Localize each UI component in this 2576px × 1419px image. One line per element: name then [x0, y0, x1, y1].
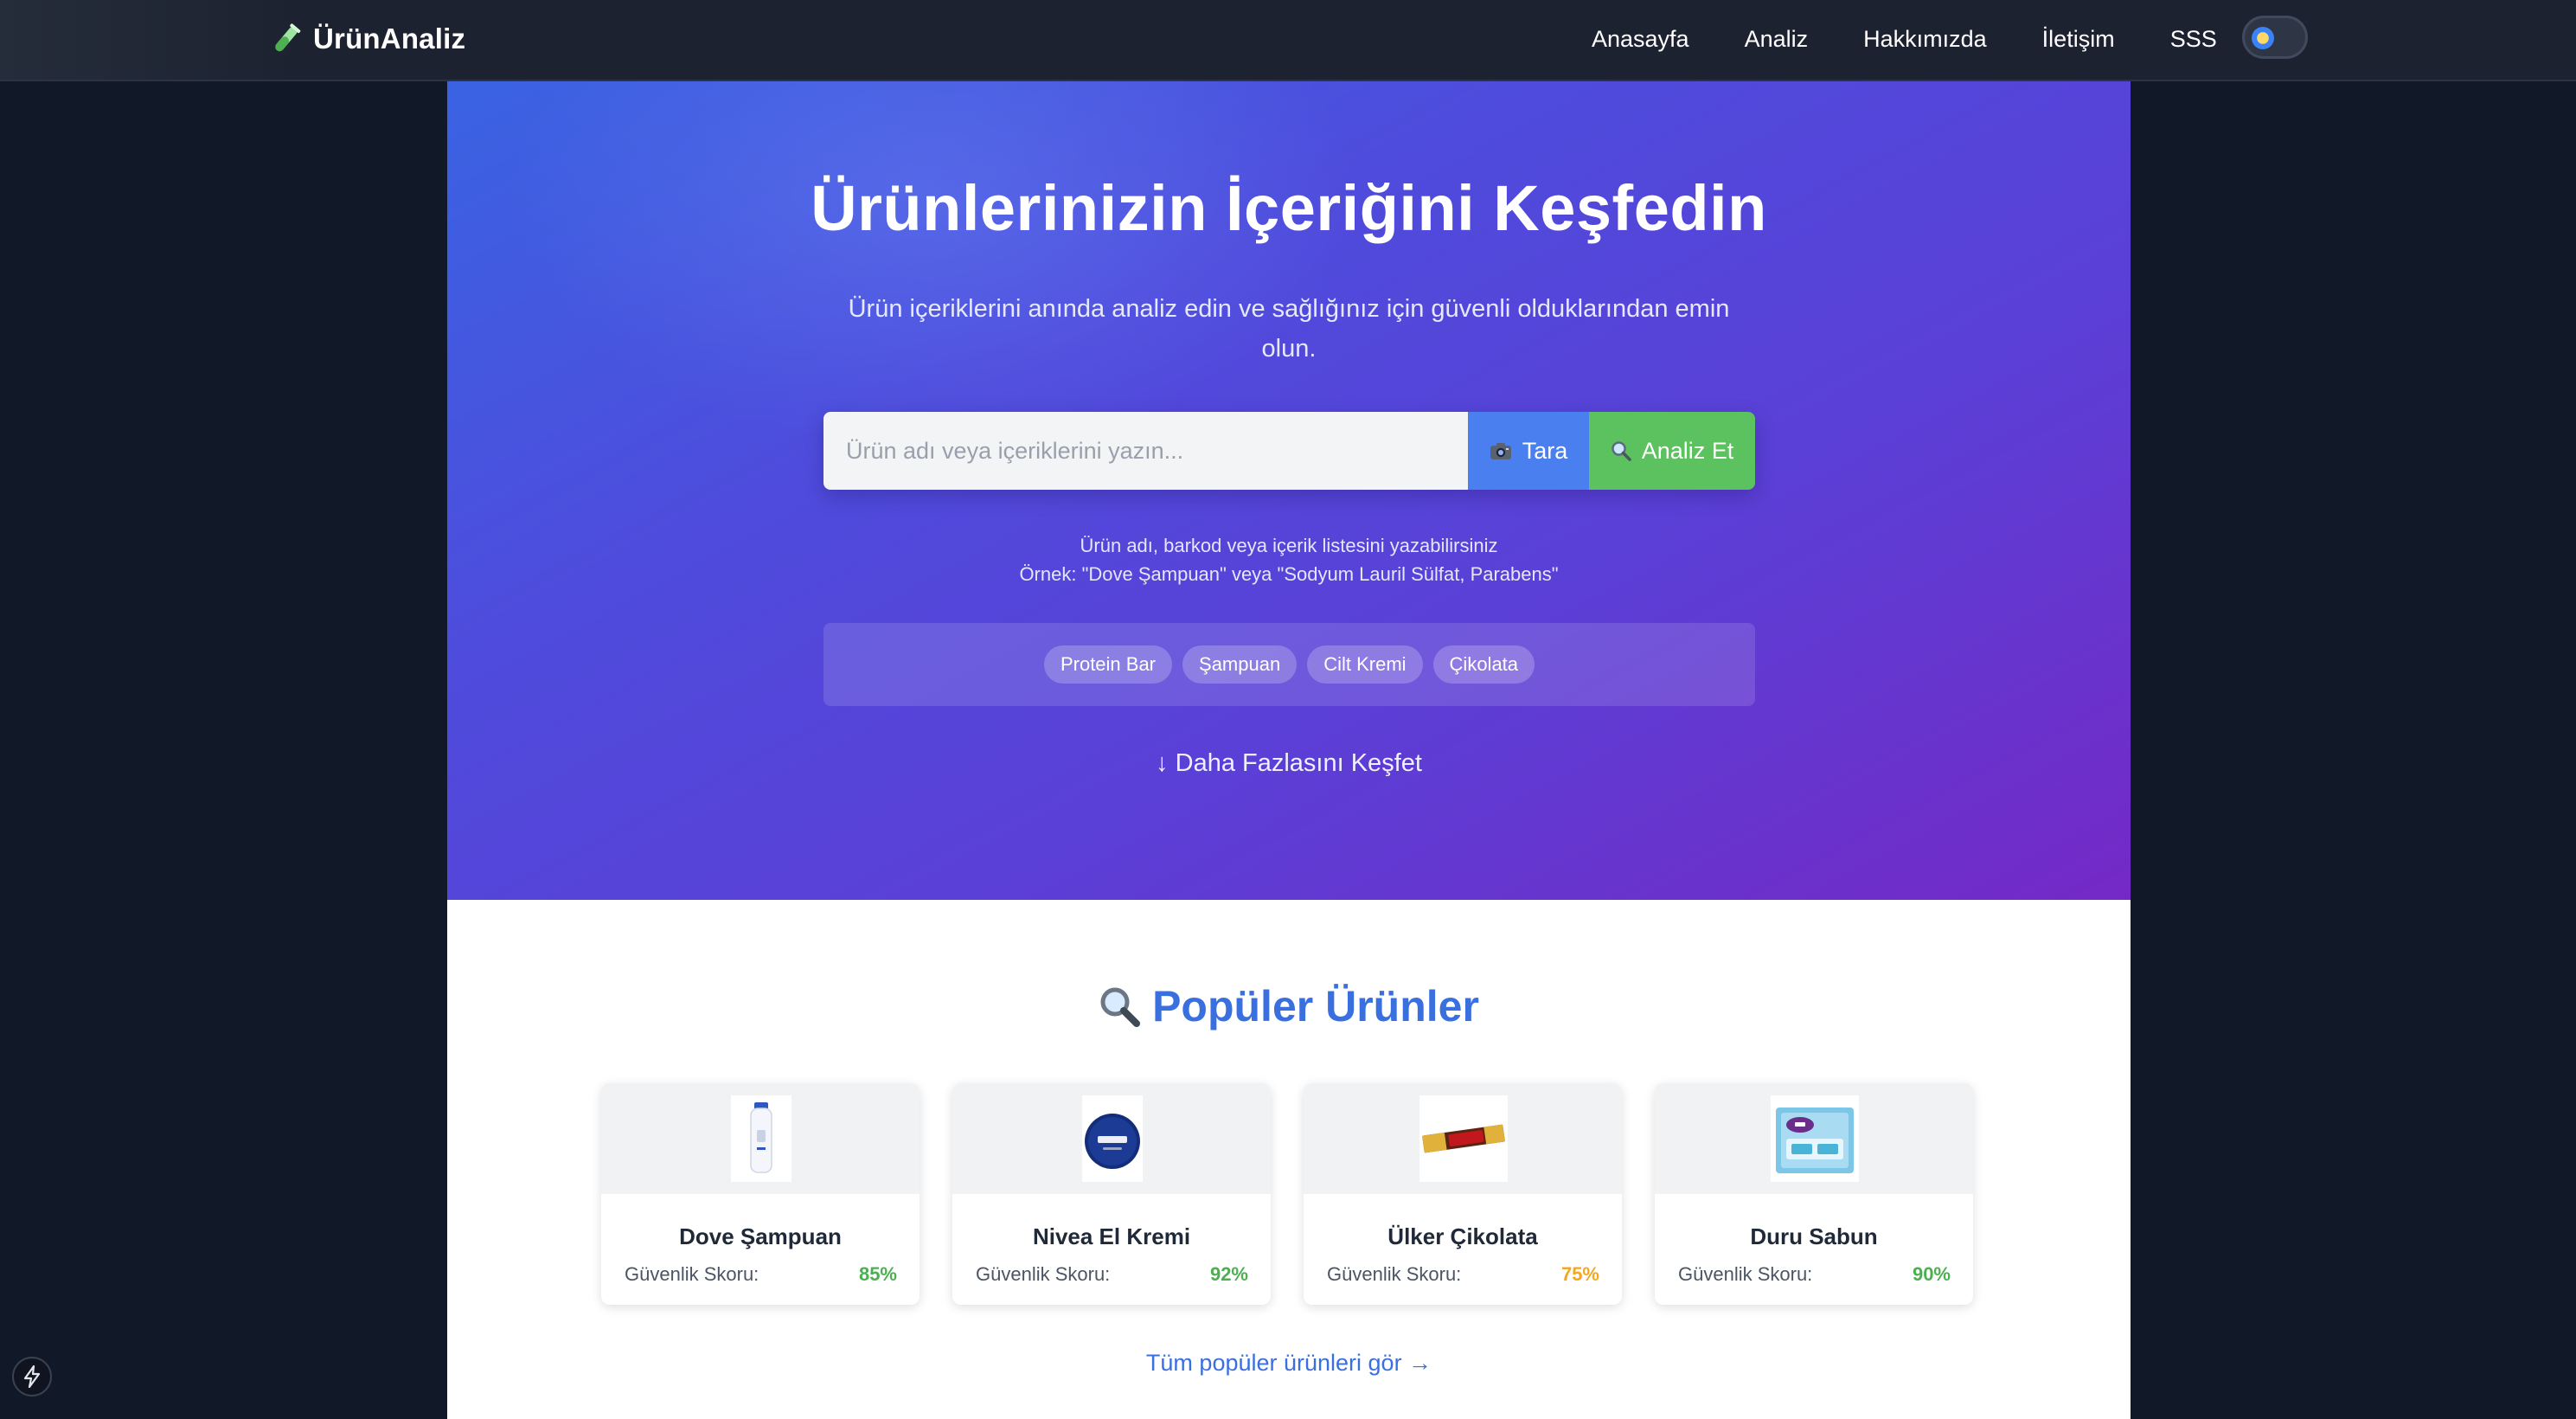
hero-section: Ürünlerinizin İçeriğini Keşfedin Ürün iç…	[447, 81, 2131, 900]
nav-links: Anasayfa Analiz Hakkımızda İletişim SSS	[1592, 19, 2217, 59]
hero-title: Ürünlerinizin İçeriğini Keşfedin	[811, 172, 1767, 244]
search-bar: Tara Analiz Et	[823, 412, 1755, 490]
brand-name: ÜrünAnaliz	[313, 22, 466, 55]
scan-button-label: Tara	[1522, 437, 1568, 464]
analyze-button-label: Analiz Et	[1641, 437, 1734, 464]
safety-score-label: Güvenlik Skoru:	[976, 1263, 1111, 1285]
chip-sampuan[interactable]: Şampuan	[1182, 645, 1298, 684]
product-image-area	[601, 1083, 920, 1194]
popular-title-text: Popüler Ürünler	[1152, 982, 1479, 1031]
chip-cilt-kremi[interactable]: Cilt Kremi	[1307, 645, 1423, 684]
product-image-area	[1655, 1083, 1973, 1194]
quick-search-chips: Protein Bar Şampuan Cilt Kremi Çikolata	[823, 623, 1755, 706]
test-tube-icon	[275, 23, 301, 52]
product-image-area	[1304, 1083, 1622, 1194]
safety-score-value: 90%	[1912, 1263, 1951, 1285]
safety-score-label: Güvenlik Skoru:	[1327, 1263, 1462, 1285]
see-all-popular-link[interactable]: Tüm popüler ürünleri gör →	[447, 1350, 2131, 1377]
product-name: Ülker Çikolata	[1387, 1223, 1538, 1249]
search-example: Örnek: "Dove Şampuan" veya "Sodyum Lauri…	[1019, 563, 1559, 585]
soap-pack-image	[1771, 1095, 1859, 1182]
magnifier-icon	[1611, 441, 1631, 461]
nav-link-analiz[interactable]: Analiz	[1745, 26, 1809, 53]
navbar: ÜrünAnaliz Anasayfa Analiz Hakkımızda İl…	[0, 0, 2576, 81]
product-image-area	[952, 1083, 1271, 1194]
nav-link-hakkimizda[interactable]: Hakkımızda	[1863, 26, 1987, 53]
safety-score-value: 85%	[858, 1263, 897, 1285]
hero-subtitle: Ürün içeriklerini anında analiz edin ve …	[848, 295, 1730, 363]
chip-protein-bar[interactable]: Protein Bar	[1043, 645, 1173, 684]
product-card[interactable]: Duru Sabun Güvenlik Skoru: 90%	[1655, 1083, 1973, 1305]
nav-link-anasayfa[interactable]: Anasayfa	[1592, 26, 1689, 53]
sun-icon	[2252, 27, 2274, 49]
camera-icon	[1490, 443, 1511, 459]
chip-cikolata[interactable]: Çikolata	[1432, 645, 1535, 684]
product-name: Dove Şampuan	[679, 1223, 842, 1249]
search-input[interactable]	[823, 412, 1468, 490]
safety-score-label: Güvenlik Skoru:	[1678, 1263, 1813, 1285]
product-name: Nivea El Kremi	[1032, 1223, 1191, 1249]
safety-score-value: 92%	[1209, 1263, 1248, 1285]
lightning-icon[interactable]	[12, 1357, 52, 1397]
theme-toggle[interactable]	[2242, 16, 2308, 59]
popular-products-list: Dove Şampuan Güvenlik Skoru: 85% Nivea E…	[601, 1083, 1977, 1305]
search-hint: Ürün adı, barkod veya içerik listesini y…	[1080, 535, 1498, 556]
main-content: Ürünlerinizin İçeriğini Keşfedin Ürün iç…	[447, 81, 2131, 1419]
magnifier-icon	[1100, 987, 1141, 1027]
safety-score-label: Güvenlik Skoru:	[625, 1263, 759, 1285]
cream-tin-image	[1082, 1095, 1143, 1182]
analyze-button[interactable]: Analiz Et	[1589, 412, 1755, 490]
brand-logo[interactable]: ÜrünAnaliz	[270, 17, 465, 61]
shampoo-bottle-image	[731, 1095, 791, 1182]
popular-products-title: Popüler Ürünler	[447, 981, 2131, 1031]
product-name: Duru Sabun	[1750, 1223, 1878, 1249]
nav-link-iletisim[interactable]: İletişim	[2042, 26, 2115, 53]
product-card[interactable]: Nivea El Kremi Güvenlik Skoru: 92%	[952, 1083, 1271, 1305]
product-card[interactable]: Ülker Çikolata Güvenlik Skoru: 75%	[1304, 1083, 1622, 1305]
product-card[interactable]: Dove Şampuan Güvenlik Skoru: 85%	[601, 1083, 920, 1305]
nav-link-sss[interactable]: SSS	[2170, 26, 2217, 53]
chocolate-bar-image	[1419, 1095, 1508, 1182]
scan-button[interactable]: Tara	[1468, 412, 1589, 490]
explore-more-link[interactable]: ↓ Daha Fazlasını Keşfet	[447, 749, 2131, 778]
safety-score-value: 75%	[1560, 1263, 1599, 1285]
